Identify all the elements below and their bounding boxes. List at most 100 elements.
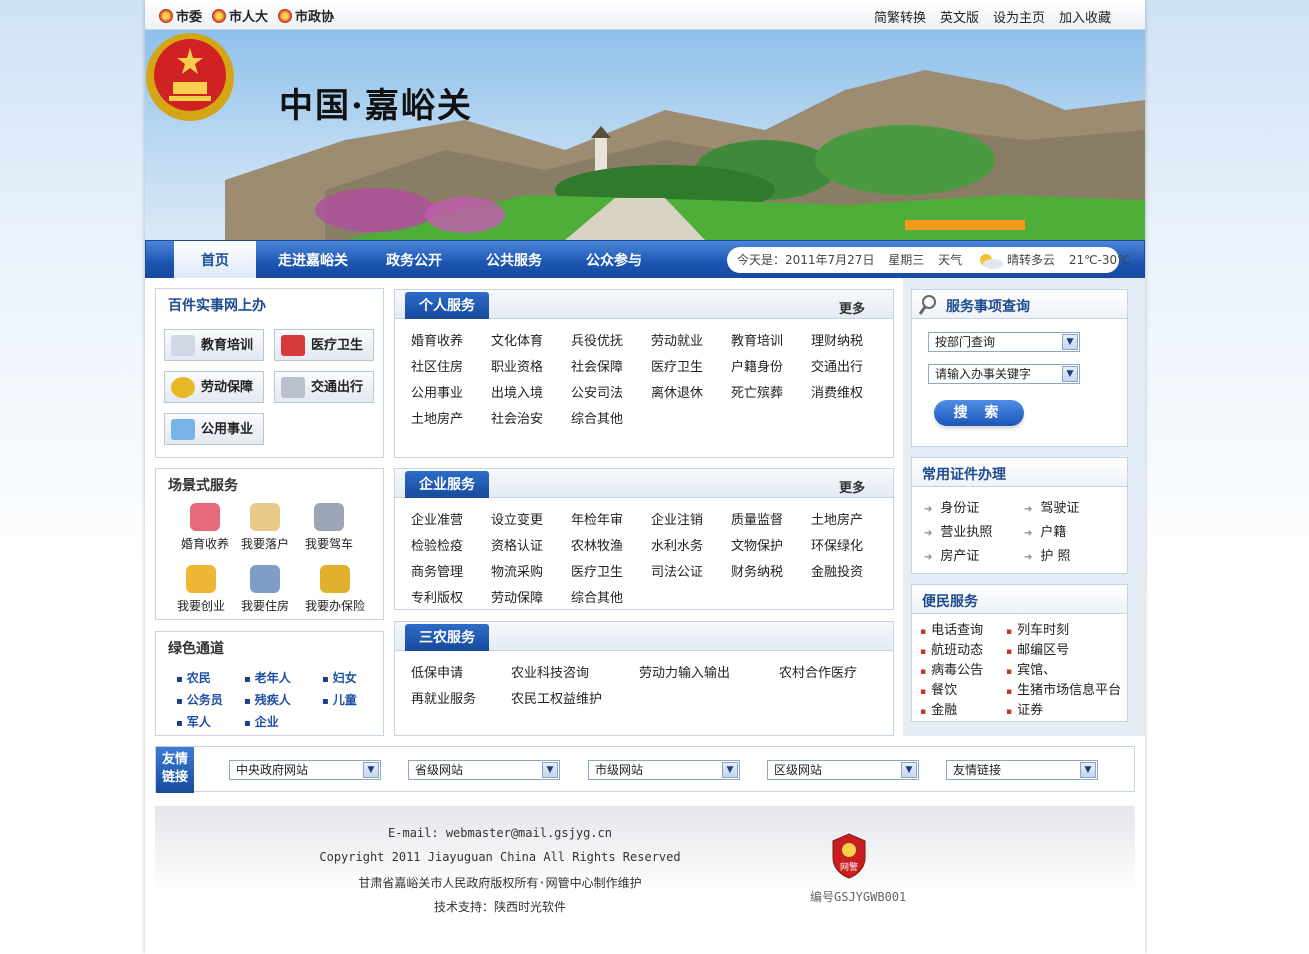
enterprise-more-link[interactable]: 更多 <box>839 477 865 496</box>
keyword-select[interactable]: 请输入办事关键字 ▼ <box>928 364 1080 384</box>
nav-government-affairs[interactable]: 政务公开 <box>370 241 458 278</box>
enterprise-service-link[interactable]: 环保绿化 <box>811 535 891 554</box>
conv-securities[interactable]: 证券 <box>1006 699 1043 718</box>
conv-dining[interactable]: 餐饮 <box>920 679 957 698</box>
agri-link[interactable]: 再就业服务 <box>411 688 511 707</box>
enterprise-service-link[interactable]: 文物保护 <box>731 535 811 554</box>
green-children[interactable]: 儿童 <box>322 691 357 708</box>
personal-service-link[interactable]: 社区住房 <box>411 356 491 375</box>
enterprise-service-link[interactable]: 资格认证 <box>491 535 571 554</box>
cert-household[interactable]: 户籍 <box>1024 521 1066 540</box>
green-enterprise[interactable]: 企业 <box>244 713 279 730</box>
link-english[interactable]: 英文版 <box>940 7 979 26</box>
scene-driving[interactable]: 我要驾车 <box>294 503 364 552</box>
conv-virus[interactable]: 病毒公告 <box>920 659 983 678</box>
select-provincial[interactable]: 省级网站 ▼ <box>408 760 560 780</box>
enterprise-service-link[interactable]: 企业注销 <box>651 509 731 528</box>
personal-service-link[interactable]: 社会治安 <box>491 408 571 427</box>
scene-insurance[interactable]: 我要办保险 <box>300 565 370 614</box>
nav-about-jiayuguan[interactable]: 走进嘉峪关 <box>258 241 368 278</box>
link-set-homepage[interactable]: 设为主页 <box>993 7 1045 26</box>
personal-service-link[interactable]: 交通出行 <box>811 356 891 375</box>
btn-labor-security[interactable]: 劳动保障 <box>164 371 264 403</box>
conv-pig-market[interactable]: 生猪市场信息平台 <box>1006 679 1121 698</box>
cert-passport[interactable]: 护 照 <box>1024 545 1070 564</box>
select-central-gov[interactable]: 中央政府网站 ▼ <box>229 760 381 780</box>
select-friend-links[interactable]: 友情链接 ▼ <box>946 760 1098 780</box>
personal-service-link[interactable]: 综合其他 <box>571 408 651 427</box>
personal-service-link[interactable]: 文化体育 <box>491 330 571 349</box>
agri-link[interactable]: 劳动力输入输出 <box>639 662 779 681</box>
footer-email[interactable]: E-mail: webmaster@mail.gsjyg.cn <box>155 826 845 840</box>
personal-more-link[interactable]: 更多 <box>839 298 865 317</box>
personal-service-link[interactable]: 社会保障 <box>571 356 651 375</box>
btn-education-training[interactable]: 教育培训 <box>164 329 264 361</box>
green-disabled[interactable]: 残疾人 <box>244 691 291 708</box>
enterprise-tab-label[interactable]: 企业服务 <box>405 471 489 498</box>
link-city-committee[interactable]: 市委 <box>159 6 202 25</box>
agri-link[interactable]: 低保申请 <box>411 662 511 681</box>
enterprise-service-link[interactable]: 金融投资 <box>811 561 891 580</box>
green-farmers[interactable]: 农民 <box>176 669 211 686</box>
enterprise-service-link[interactable]: 财务纳税 <box>731 561 811 580</box>
link-add-favorite[interactable]: 加入收藏 <box>1059 7 1111 26</box>
agri-link[interactable]: 农业科技咨询 <box>511 662 639 681</box>
select-municipal[interactable]: 市级网站 ▼ <box>588 760 740 780</box>
nav-home[interactable]: 首页 <box>174 241 256 278</box>
nav-public-participation[interactable]: 公众参与 <box>570 241 658 278</box>
agri-tab-label[interactable]: 三农服务 <box>405 624 489 651</box>
enterprise-service-link[interactable]: 年检年审 <box>571 509 651 528</box>
enterprise-service-link[interactable]: 土地房产 <box>811 509 891 528</box>
personal-service-link[interactable]: 教育培训 <box>731 330 811 349</box>
enterprise-service-link[interactable]: 设立变更 <box>491 509 571 528</box>
agri-link[interactable]: 农民工权益维护 <box>511 688 639 707</box>
conv-finance[interactable]: 金融 <box>920 699 957 718</box>
enterprise-service-link[interactable]: 劳动保障 <box>491 587 571 606</box>
personal-tab-label[interactable]: 个人服务 <box>405 292 489 319</box>
enterprise-service-link[interactable]: 专利版权 <box>411 587 491 606</box>
personal-service-link[interactable]: 婚育收养 <box>411 330 491 349</box>
enterprise-service-link[interactable]: 农林牧渔 <box>571 535 651 554</box>
cert-business-license[interactable]: 营业执照 <box>924 521 992 540</box>
police-badge-icon[interactable]: 网警 <box>830 832 868 880</box>
search-button[interactable]: 搜 索 <box>934 400 1024 426</box>
cert-driver-license[interactable]: 驾驶证 <box>1024 497 1079 516</box>
enterprise-service-link[interactable]: 水利水务 <box>651 535 731 554</box>
scene-housing[interactable]: 我要住房 <box>230 565 300 614</box>
nav-public-service[interactable]: 公共服务 <box>470 241 558 278</box>
enterprise-service-link[interactable]: 质量监督 <box>731 509 811 528</box>
personal-service-link[interactable]: 出境入境 <box>491 382 571 401</box>
personal-service-link[interactable]: 离休退休 <box>651 382 731 401</box>
personal-service-link[interactable]: 户籍身份 <box>731 356 811 375</box>
scene-business[interactable]: 我要创业 <box>166 565 236 614</box>
cert-id-card[interactable]: 身份证 <box>924 497 979 516</box>
green-military[interactable]: 军人 <box>176 713 211 730</box>
personal-service-link[interactable]: 劳动就业 <box>651 330 731 349</box>
personal-service-link[interactable]: 理财纳税 <box>811 330 891 349</box>
green-civil-servants[interactable]: 公务员 <box>176 691 223 708</box>
enterprise-service-link[interactable]: 检验检疫 <box>411 535 491 554</box>
btn-transport[interactable]: 交通出行 <box>274 371 374 403</box>
green-elderly[interactable]: 老年人 <box>244 669 291 686</box>
link-city-cppcc[interactable]: 市政协 <box>278 6 334 25</box>
personal-service-link[interactable]: 土地房产 <box>411 408 491 427</box>
personal-service-link[interactable]: 死亡殡葬 <box>731 382 811 401</box>
conv-phone[interactable]: 电话查询 <box>920 619 983 638</box>
personal-service-link[interactable]: 消费维权 <box>811 382 891 401</box>
enterprise-service-link[interactable]: 物流采购 <box>491 561 571 580</box>
personal-service-link[interactable]: 公安司法 <box>571 382 651 401</box>
dept-select[interactable]: 按部门查询 ▼ <box>928 332 1080 352</box>
enterprise-service-link[interactable]: 企业准营 <box>411 509 491 528</box>
enterprise-service-link[interactable]: 医疗卫生 <box>571 561 651 580</box>
enterprise-service-link[interactable]: 综合其他 <box>571 587 651 606</box>
link-traditional[interactable]: 简繁转换 <box>874 7 926 26</box>
personal-service-link[interactable]: 职业资格 <box>491 356 571 375</box>
conv-train[interactable]: 列车时刻 <box>1006 619 1069 638</box>
personal-service-link[interactable]: 兵役优抚 <box>571 330 651 349</box>
conv-flight[interactable]: 航班动态 <box>920 639 983 658</box>
agri-link[interactable]: 农村合作医疗 <box>779 662 879 681</box>
conv-postcode[interactable]: 邮编区号 <box>1006 639 1069 658</box>
btn-public-utilities[interactable]: 公用事业 <box>164 413 264 445</box>
link-city-congress[interactable]: 市人大 <box>212 6 268 25</box>
personal-service-link[interactable]: 公用事业 <box>411 382 491 401</box>
